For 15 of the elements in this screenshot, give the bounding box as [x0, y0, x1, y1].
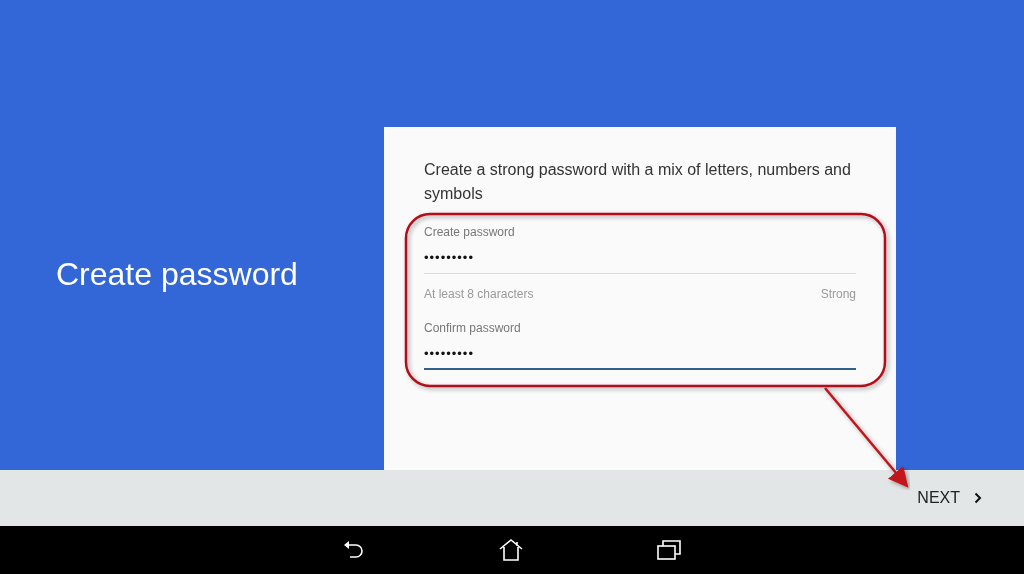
description-text: Create a strong password with a mix of letters, numbers and symbols [424, 160, 852, 204]
field-label: Confirm password [424, 320, 521, 336]
field-value: ••••••••• [424, 346, 474, 362]
field-value: ••••••••• [424, 250, 474, 266]
recent-apps-icon[interactable] [656, 539, 682, 561]
password-field[interactable]: Create password ••••••••• [424, 224, 856, 274]
next-button[interactable]: NEXT [913, 485, 986, 511]
page-title: Create password [56, 255, 299, 294]
field-label: Create password [424, 224, 515, 240]
chevron-right-icon [974, 492, 982, 504]
strength-text: Strong [820, 286, 856, 302]
password-field[interactable]: Confirm password ••••••••• [424, 320, 856, 370]
home-icon[interactable] [498, 538, 524, 562]
back-icon[interactable] [342, 539, 366, 561]
helper-text: At least 8 characters [424, 286, 534, 302]
